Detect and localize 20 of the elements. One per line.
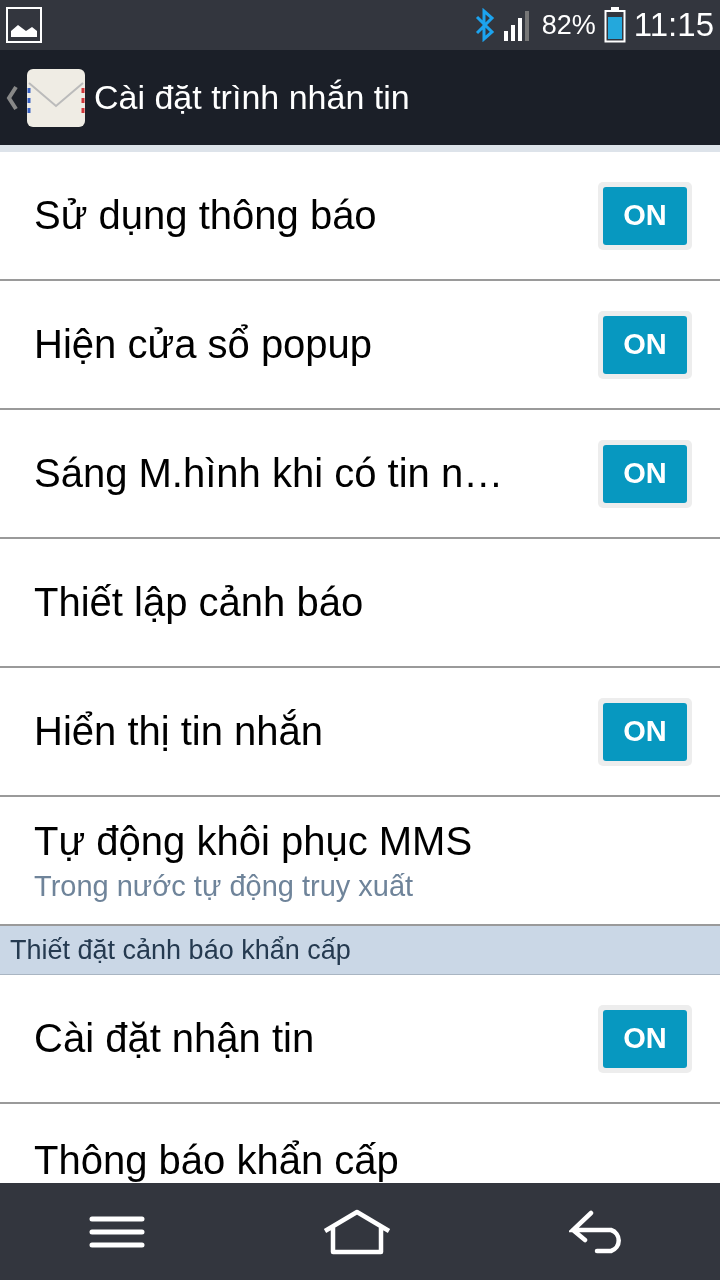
setting-label[interactable]: Thiết lập cảnh báo xyxy=(34,580,364,625)
section-header: Thiết đặt cảnh báo khẩn cấp xyxy=(0,926,720,975)
battery-percent: 82% xyxy=(541,9,596,41)
setting-label[interactable]: Hiển thị tin nhắn xyxy=(34,709,324,754)
setting-summary: Trong nước tự động truy xuất xyxy=(34,869,415,903)
setting-label[interactable]: Cài đặt nhận tin xyxy=(34,1016,315,1061)
setting-label[interactable]: Sáng M.hình khi có tin n… xyxy=(34,451,504,496)
clock: 11:15 xyxy=(633,6,714,44)
bluetooth-icon xyxy=(473,8,496,42)
setting-label[interactable]: Tự động khôi phục MMS xyxy=(34,818,473,864)
setting-label[interactable]: Hiện cửa sổ popup xyxy=(34,322,373,367)
setting-label[interactable]: Thông báo khẩn cấp xyxy=(34,1138,399,1183)
back-icon[interactable] xyxy=(6,84,18,111)
home-icon[interactable] xyxy=(322,1208,392,1255)
menu-icon[interactable] xyxy=(88,1214,145,1249)
screen-title: Cài đặt trình nhắn tin xyxy=(94,78,410,117)
setting-label[interactable]: Sử dụng thông báo xyxy=(34,193,377,238)
battery-icon xyxy=(603,7,626,43)
envelope-icon xyxy=(26,67,86,128)
gallery-icon xyxy=(6,7,42,43)
